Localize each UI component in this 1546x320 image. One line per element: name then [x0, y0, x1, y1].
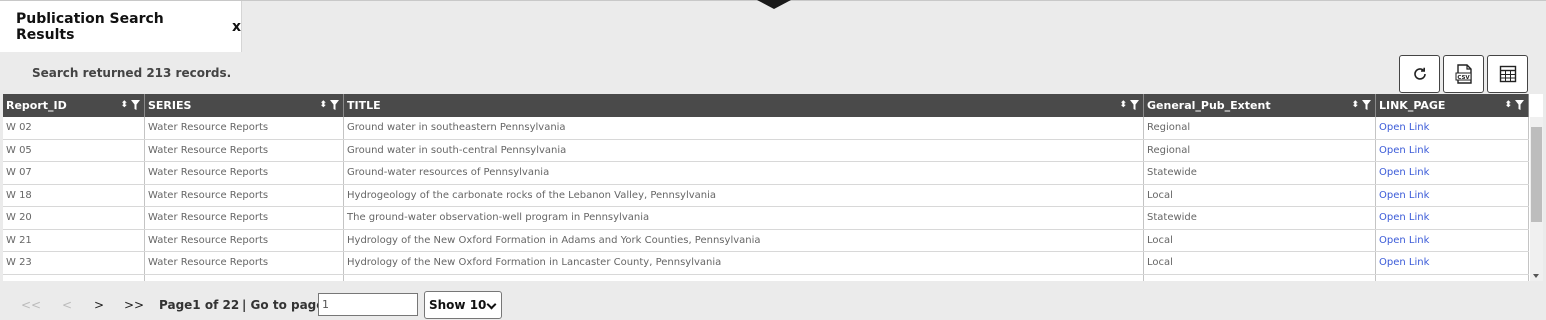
cell-extent: Local [1144, 184, 1376, 206]
tab-close-button[interactable]: x [232, 19, 241, 35]
open-link[interactable]: Open Link [1376, 162, 1529, 184]
cell-extent: Local [1144, 252, 1376, 274]
table-row[interactable]: W 05 Water Resource Reports Ground water… [3, 139, 1529, 162]
refresh-icon [1413, 67, 1426, 80]
open-link[interactable]: Open Link [1376, 184, 1529, 206]
table-body: W 02 Water Resource Reports Ground water… [3, 117, 1529, 281]
tab-publication-search-results[interactable]: Publication Search Results x [0, 1, 242, 52]
open-link[interactable]: Open Link [1376, 252, 1529, 274]
filter-icon[interactable] [1130, 100, 1139, 110]
column-header-report-id[interactable]: Report_ID ⬍ [3, 94, 145, 117]
table-row[interactable]: W 23 Water Resource Reports Hydrology of… [3, 252, 1529, 275]
filter-icon[interactable] [330, 100, 339, 110]
svg-text:CSV: CSV [1457, 75, 1470, 81]
cell-series: Water Resource Reports [145, 207, 344, 229]
cell-report-id: W 20 [3, 207, 145, 229]
cell-report-id: W 21 [3, 229, 145, 251]
table-row-partial[interactable] [3, 274, 1529, 281]
table-row[interactable]: W 07 Water Resource Reports Ground-water… [3, 162, 1529, 185]
cell-extent [1144, 274, 1376, 281]
sort-icon[interactable]: ⬍ [1119, 99, 1127, 111]
cell-title: Ground water in southeastern Pennsylvani… [344, 117, 1144, 139]
filter-icon[interactable] [1362, 100, 1371, 110]
next-page-button[interactable]: > [94, 298, 104, 312]
sort-icon[interactable]: ⬍ [1504, 99, 1512, 111]
sort-icon[interactable]: ⬍ [319, 99, 327, 111]
cell-series [145, 274, 344, 281]
last-page-button[interactable]: >> [124, 298, 144, 312]
refresh-button[interactable] [1399, 55, 1440, 93]
cell-title: Ground-water resources of Pennsylvania [344, 162, 1144, 184]
cell-report-id: W 23 [3, 252, 145, 274]
filter-icon[interactable] [131, 100, 140, 110]
column-label: SERIES [148, 99, 192, 112]
cell-series: Water Resource Reports [145, 229, 344, 251]
cell-extent: Local [1144, 229, 1376, 251]
cell-series: Water Resource Reports [145, 162, 344, 184]
cell-series: Water Resource Reports [145, 252, 344, 274]
table-row[interactable]: W 20 Water Resource Reports The ground-w… [3, 207, 1529, 230]
cell-report-id: W 05 [3, 139, 145, 161]
open-link[interactable]: Open Link [1376, 139, 1529, 161]
cell-title: The ground-water observation-well progra… [344, 207, 1144, 229]
cell-title: Ground water in south-central Pennsylvan… [344, 139, 1144, 161]
column-label: Report_ID [6, 99, 67, 112]
cell-report-id: W 18 [3, 184, 145, 206]
cell-extent: Statewide [1144, 162, 1376, 184]
search-status-text: Search returned 213 records. [32, 66, 232, 80]
tab-title: Publication Search Results [16, 10, 164, 43]
cell-title: Hydrogeology of the carbonate rocks of t… [344, 184, 1144, 206]
csv-export-button[interactable]: CSV [1443, 55, 1484, 93]
column-header-series[interactable]: SERIES ⬍ [145, 94, 344, 117]
column-header-title[interactable]: TITLE ⬍ [344, 94, 1144, 117]
table-row[interactable]: W 02 Water Resource Reports Ground water… [3, 117, 1529, 140]
page-size-select[interactable]: Show 10 [424, 291, 502, 319]
column-header-link-page[interactable]: LINK_PAGE ⬍ [1376, 94, 1529, 117]
cell-extent: Regional [1144, 117, 1376, 139]
cell-series: Water Resource Reports [145, 139, 344, 161]
pagination-bar: << < > >> Page1 of 22 | Go to page: Show… [0, 289, 1546, 319]
results-table: Report_ID ⬍ SERIES ⬍ TITLE ⬍ General_Pub… [3, 94, 1543, 281]
cell-extent: Regional [1144, 139, 1376, 161]
cell-extent: Statewide [1144, 207, 1376, 229]
cell-report-id: W 02 [3, 117, 145, 139]
cell-link [1376, 274, 1529, 281]
collapse-arrow-icon[interactable] [757, 0, 791, 9]
sort-icon[interactable]: ⬍ [120, 99, 128, 111]
go-to-page-label: | Go to page: [242, 298, 330, 312]
cell-report-id: W 07 [3, 162, 145, 184]
scrollbar-thumb[interactable] [1531, 127, 1542, 222]
cell-title: Hydrology of the New Oxford Formation in… [344, 252, 1144, 274]
sort-icon[interactable]: ⬍ [1351, 99, 1359, 111]
cell-series: Water Resource Reports [145, 184, 344, 206]
open-link[interactable]: Open Link [1376, 117, 1529, 139]
column-label: General_Pub_Extent [1147, 99, 1271, 112]
chevron-down-icon [486, 299, 497, 310]
page-info: Page1 of 22 [159, 298, 240, 312]
scroll-down-icon[interactable] [1533, 274, 1539, 278]
cell-title [344, 274, 1144, 281]
cell-title: Hydrology of the New Oxford Formation in… [344, 229, 1144, 251]
open-link[interactable]: Open Link [1376, 229, 1529, 251]
table-header: Report_ID ⬍ SERIES ⬍ TITLE ⬍ General_Pub… [3, 94, 1529, 117]
table-row[interactable]: W 18 Water Resource Reports Hydrogeology… [3, 184, 1529, 207]
column-label: LINK_PAGE [1379, 99, 1446, 112]
page-size-value: Show 10 [429, 298, 487, 312]
open-link[interactable]: Open Link [1376, 207, 1529, 229]
csv-export-icon: CSV [1455, 64, 1472, 84]
first-page-button[interactable]: << [21, 298, 41, 312]
column-label: TITLE [347, 99, 381, 112]
table-row[interactable]: W 21 Water Resource Reports Hydrology of… [3, 229, 1529, 252]
vertical-scrollbar[interactable] [1530, 117, 1543, 281]
cell-series: Water Resource Reports [145, 117, 344, 139]
table-columns-button[interactable] [1487, 55, 1528, 93]
column-header-general-pub-extent[interactable]: General_Pub_Extent ⬍ [1144, 94, 1376, 117]
cell-report-id [3, 274, 145, 281]
go-to-page-input[interactable] [318, 293, 418, 316]
table-columns-icon [1499, 65, 1516, 83]
filter-icon[interactable] [1515, 100, 1524, 110]
previous-page-button[interactable]: < [62, 298, 72, 312]
